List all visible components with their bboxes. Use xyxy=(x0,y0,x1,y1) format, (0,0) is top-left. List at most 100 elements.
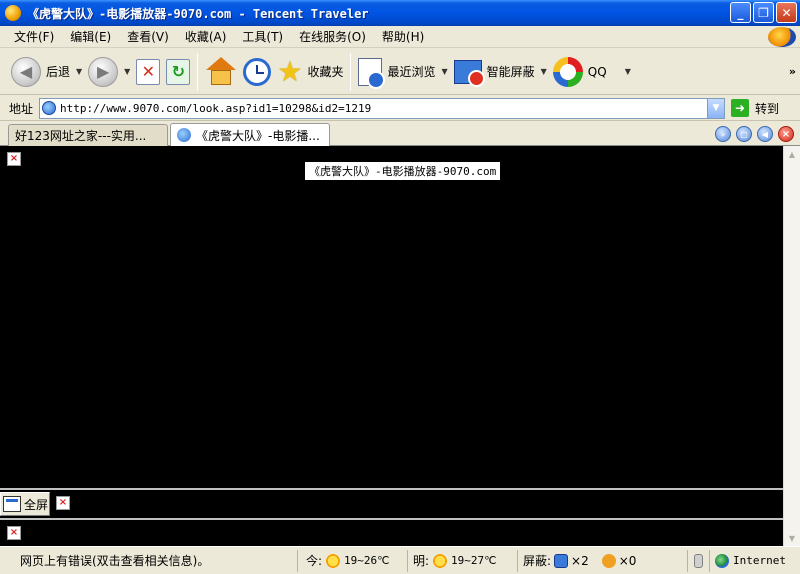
qq-label: QQ xyxy=(587,64,607,79)
tab-back-icon[interactable]: ◀ xyxy=(757,126,773,142)
toolbar-separator xyxy=(197,52,199,91)
smart-block-button[interactable]: 智能屏蔽 ▼ xyxy=(451,52,550,92)
history-button[interactable] xyxy=(240,52,274,92)
broken-image-icon: × xyxy=(7,526,21,540)
address-url[interactable]: http://www.9070.com/look.asp?id1=10298&i… xyxy=(60,102,371,115)
block-stats[interactable]: 屏蔽: ×2 ×0 xyxy=(518,549,688,572)
favorites-button[interactable]: ★ 收藏夹 xyxy=(274,52,346,92)
back-dropdown-icon[interactable]: ▼ xyxy=(76,67,82,76)
scroll-up-icon[interactable]: ▲ xyxy=(784,146,800,162)
fullscreen-label: 全屏 xyxy=(24,497,49,512)
scroll-down-icon[interactable]: ▼ xyxy=(784,530,800,546)
tab-movie-player[interactable]: 《虎警大队》-电影播... xyxy=(170,123,330,146)
broken-image-icon: × xyxy=(7,152,21,166)
tomorrow-label: 明: xyxy=(413,554,430,568)
stop-button[interactable]: ✕ xyxy=(133,52,163,92)
page-content: × 《虎警大队》-电影播放器-9070.com 全屏 × × xyxy=(0,146,783,546)
menu-tools[interactable]: 工具(T) xyxy=(234,28,291,45)
weather-today[interactable]: 今: 19~26℃ xyxy=(298,549,408,572)
refresh-button[interactable]: ↻ xyxy=(163,52,193,92)
globe-icon xyxy=(715,553,729,568)
new-tab-icon[interactable]: ▢ xyxy=(736,126,752,142)
close-button[interactable]: ✕ xyxy=(776,2,797,23)
tab-favicon-icon xyxy=(177,128,191,142)
toolbar-overflow-icon[interactable]: » xyxy=(789,65,796,78)
address-dropdown-icon[interactable]: ▼ xyxy=(707,98,724,118)
back-arrow-icon: ◀ xyxy=(11,56,41,87)
menu-favorites[interactable]: 收藏(A) xyxy=(177,28,235,45)
tencent-logo-icon xyxy=(768,27,796,47)
page-title: 《虎警大队》-电影播放器-9070.com xyxy=(305,162,501,180)
window-title: 《虎警大队》-电影播放器-9070.com - Tencent Traveler xyxy=(27,6,369,21)
refresh-icon: ↻ xyxy=(166,58,191,85)
status-settings-icon xyxy=(694,553,703,568)
close-tab-icon[interactable]: × xyxy=(778,126,794,142)
popup-block-icon xyxy=(554,553,569,568)
today-label: 今: xyxy=(306,554,323,568)
address-input[interactable]: http://www.9070.com/look.asp?id1=10298&i… xyxy=(39,97,725,119)
menu-file[interactable]: 文件(F) xyxy=(6,28,62,45)
block-count-ads: ×0 xyxy=(618,553,637,568)
go-button[interactable]: ➜ 转到 xyxy=(731,99,779,117)
player-control-bar: 全屏 × xyxy=(0,488,783,516)
go-label: 转到 xyxy=(755,101,780,116)
clock-icon xyxy=(243,57,272,86)
status-message-cell[interactable]: 网页上有错误(双击查看相关信息)。 xyxy=(0,549,298,572)
today-temp: 19~26℃ xyxy=(344,554,390,567)
recent-label: 最近浏览 xyxy=(387,65,436,79)
address-bar: 地址 http://www.9070.com/look.asp?id1=1029… xyxy=(0,96,800,121)
status-message: 网页上有错误(双击查看相关信息)。 xyxy=(20,554,210,568)
menu-bar: 文件(F) 编辑(E) 查看(V) 收藏(A) 工具(T) 在线服务(O) 帮助… xyxy=(0,26,800,48)
forward-dropdown-icon[interactable]: ▼ xyxy=(124,67,130,76)
block-label: 屏蔽: xyxy=(523,554,552,568)
menu-edit[interactable]: 编辑(E) xyxy=(62,28,119,45)
security-zone[interactable]: Internet xyxy=(710,550,798,572)
qq-button[interactable]: QQ ▼ xyxy=(550,52,634,92)
vertical-scrollbar[interactable]: ▲ ▼ xyxy=(783,146,800,546)
qq-dropdown-icon[interactable]: ▼ xyxy=(625,67,631,76)
tab-label: 好123网址之家---实用... xyxy=(15,129,147,143)
fullscreen-button[interactable]: 全屏 xyxy=(0,492,50,516)
smart-block-dropdown-icon[interactable]: ▼ xyxy=(541,67,547,76)
star-icon: ★ xyxy=(277,54,303,88)
back-button[interactable]: ◀ 后退 ▼ xyxy=(8,52,85,92)
forward-arrow-icon: ▶ xyxy=(88,56,119,87)
smart-block-label: 智能屏蔽 xyxy=(486,65,535,79)
tab-hao123[interactable]: 好123网址之家---实用... xyxy=(8,124,168,146)
menu-help[interactable]: 帮助(H) xyxy=(374,28,432,45)
home-icon xyxy=(205,56,237,87)
back-label: 后退 xyxy=(46,65,71,79)
status-bar: 网页上有错误(双击查看相关信息)。 今: 19~26℃ 明: 19~27℃ 屏蔽… xyxy=(0,546,800,574)
sun-icon xyxy=(325,552,342,569)
stop-icon: ✕ xyxy=(136,58,161,85)
app-icon[interactable] xyxy=(5,5,21,21)
extra-status[interactable] xyxy=(688,549,710,572)
block-icon xyxy=(453,59,485,87)
toolbar: ◀ 后退 ▼ ▶ ▼ ✕ ↻ ★ 收藏夹 最近浏览 ▼ 智能屏蔽 ▼ QQ ▼ xyxy=(0,49,800,95)
menu-view[interactable]: 查看(V) xyxy=(119,28,177,45)
address-label: 地址 xyxy=(9,101,34,116)
toolbar-separator xyxy=(350,52,352,91)
restore-button[interactable]: ❐ xyxy=(753,2,774,23)
fullscreen-icon xyxy=(3,496,21,512)
tab-label: 《虎警大队》-电影播... xyxy=(196,128,320,143)
block-count-popups: ×2 xyxy=(571,553,589,568)
window-controls: _ ❐ ✕ xyxy=(730,2,797,23)
weather-tomorrow[interactable]: 明: 19~27℃ xyxy=(408,549,518,572)
tab-controls: » ▢ ◀ × xyxy=(715,126,794,142)
forward-button[interactable]: ▶ ▼ xyxy=(85,52,133,92)
favorites-label: 收藏夹 xyxy=(307,65,344,79)
menu-online-services[interactable]: 在线服务(O) xyxy=(291,28,374,45)
go-arrow-icon: ➜ xyxy=(731,99,749,117)
recent-dropdown-icon[interactable]: ▼ xyxy=(441,67,447,76)
home-button[interactable] xyxy=(202,52,240,92)
recent-button[interactable]: 最近浏览 ▼ xyxy=(355,52,450,92)
tab-list-icon[interactable]: » xyxy=(715,126,731,142)
ad-block-icon xyxy=(601,553,616,568)
minimize-button[interactable]: _ xyxy=(730,2,751,23)
title-bar: 《虎警大队》-电影播放器-9070.com - Tencent Traveler… xyxy=(0,0,800,26)
zone-label: Internet xyxy=(733,554,786,567)
qq-icon xyxy=(552,56,583,87)
player-bottom-bar: × xyxy=(0,518,783,546)
tomorrow-temp: 19~27℃ xyxy=(451,554,497,567)
